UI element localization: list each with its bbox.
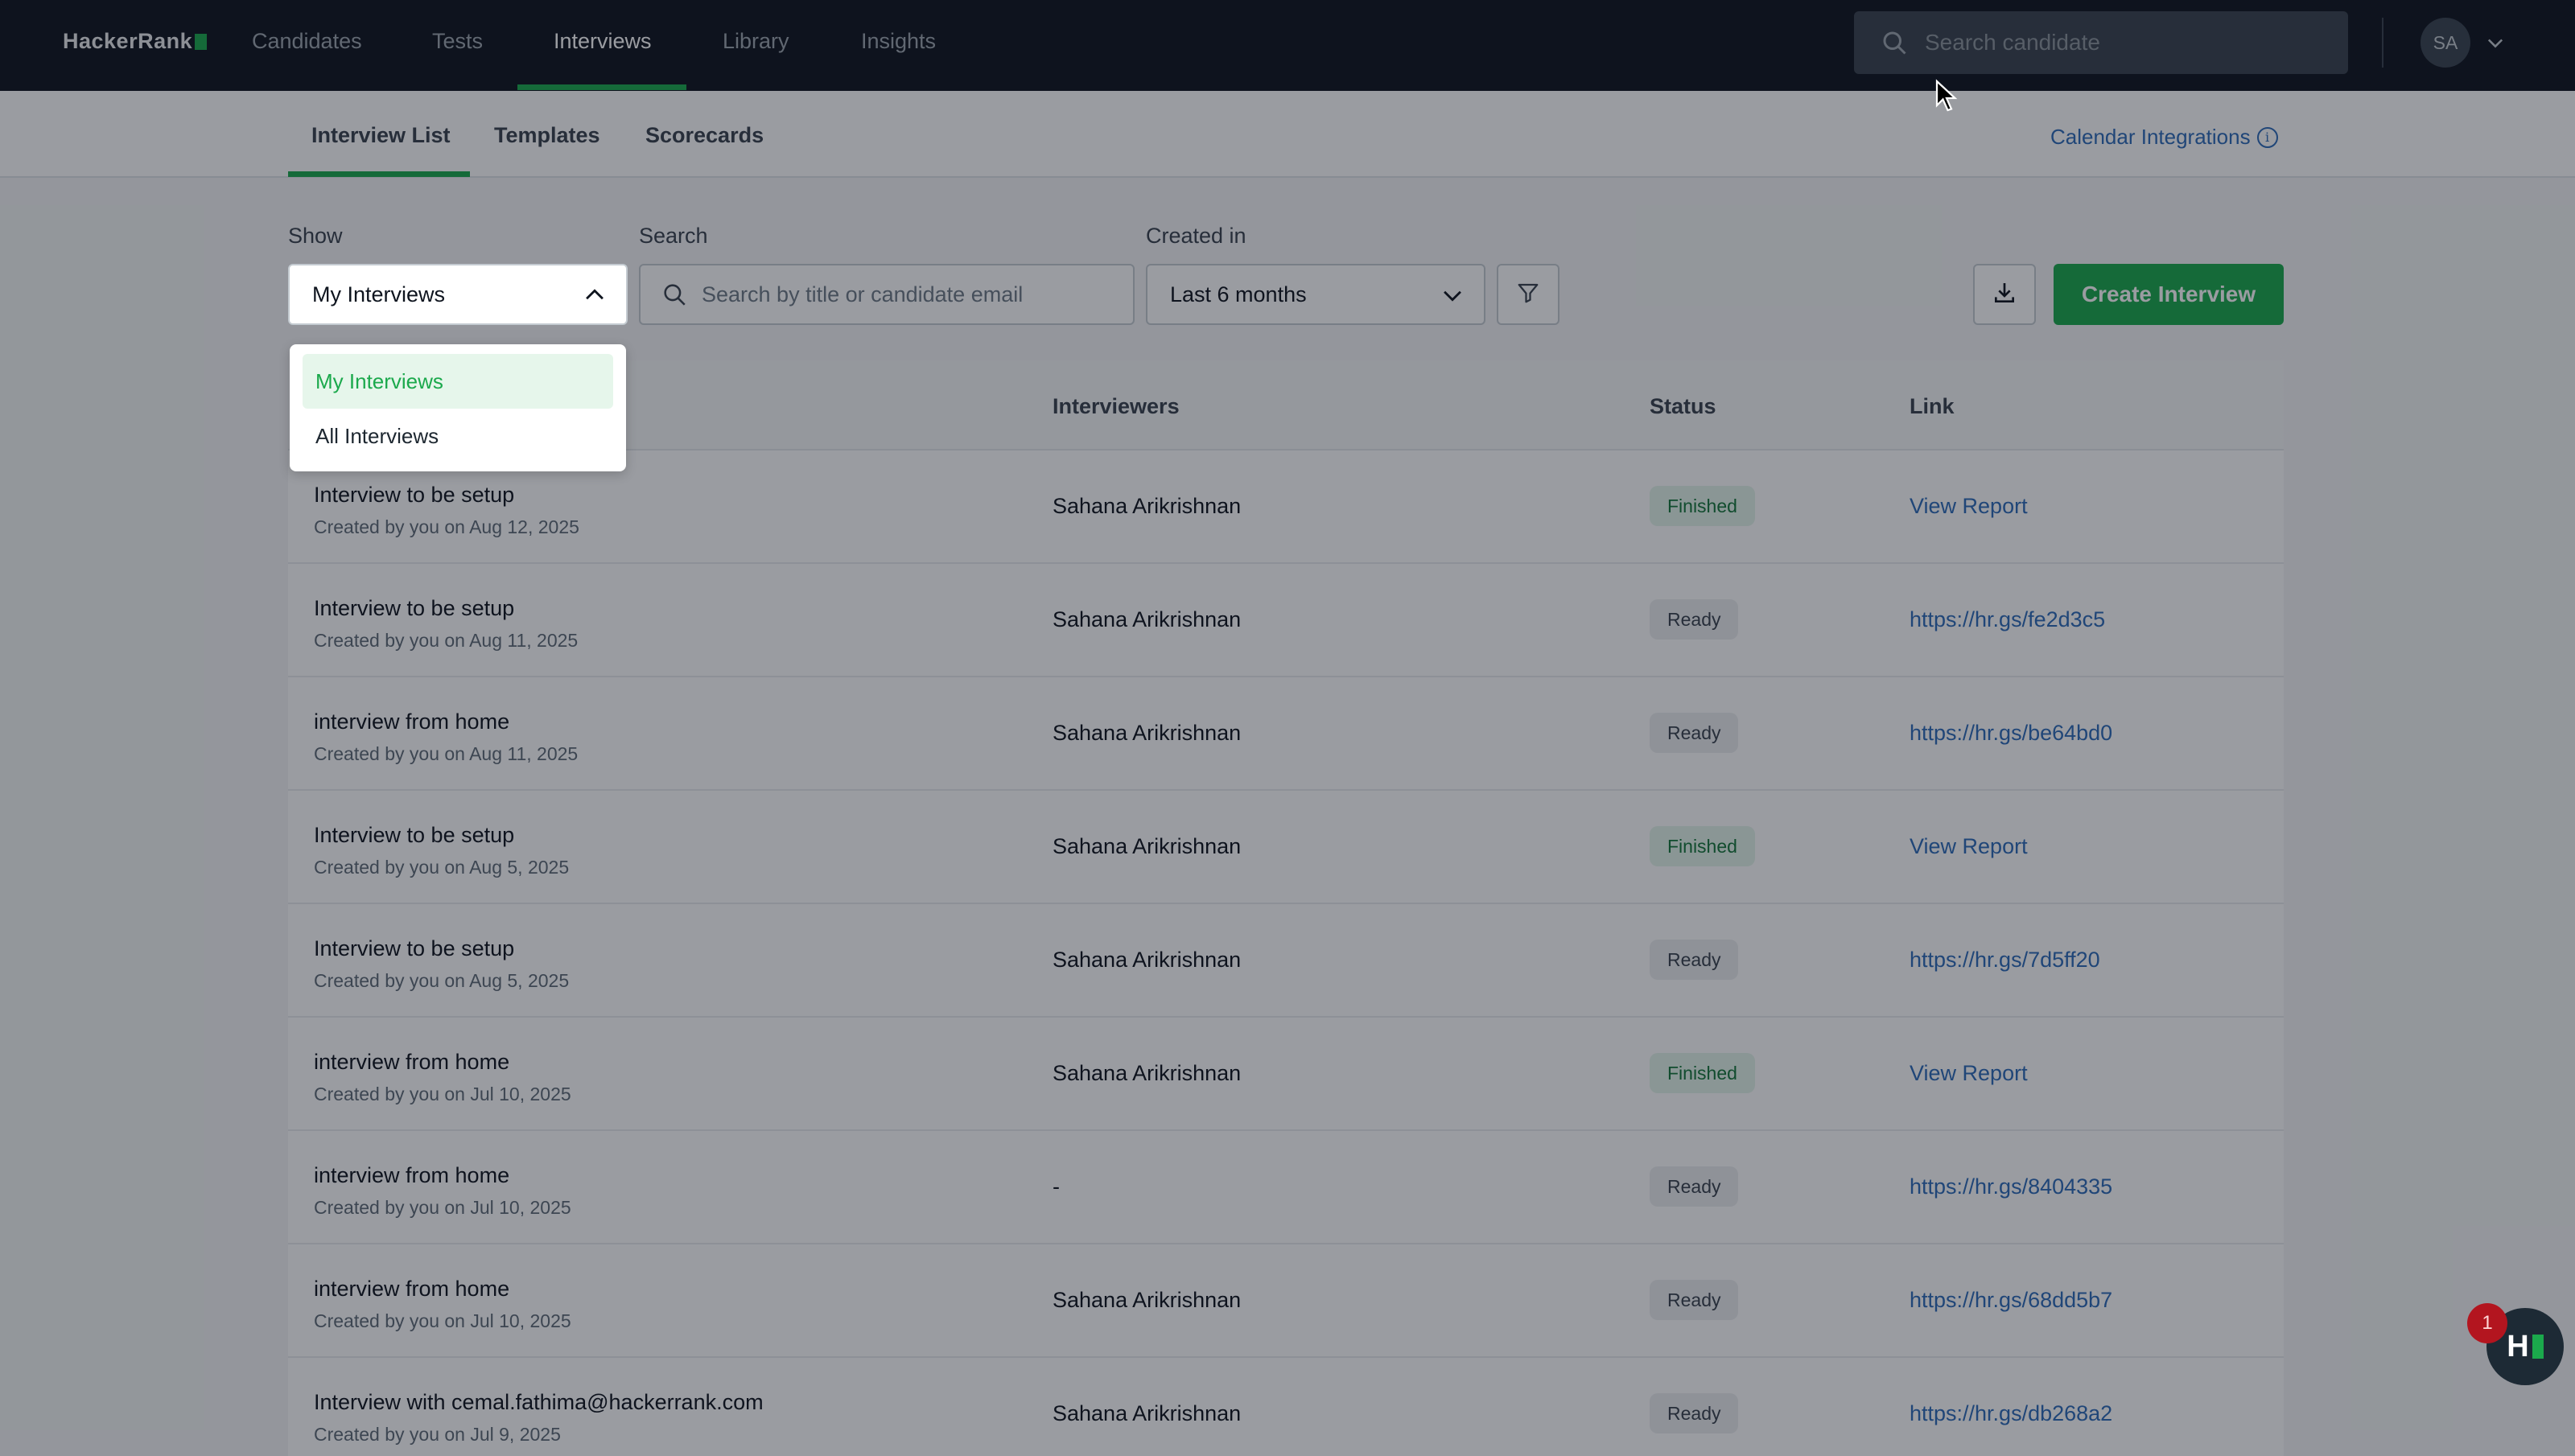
menu-item-all-interviews[interactable]: All Interviews bbox=[303, 409, 613, 463]
mouse-cursor-icon bbox=[1934, 79, 1959, 117]
dropdown-backdrop[interactable] bbox=[0, 0, 2575, 1456]
show-select-open[interactable]: My Interviews bbox=[288, 264, 628, 325]
menu-item-my-interviews[interactable]: My Interviews bbox=[303, 354, 613, 409]
notification-badge: 1 bbox=[2467, 1303, 2507, 1343]
help-brand-mark-icon bbox=[2532, 1335, 2544, 1359]
show-select-value: My Interviews bbox=[312, 282, 446, 306]
help-letter: H bbox=[2507, 1329, 2529, 1363]
chevron-up-icon bbox=[581, 282, 608, 309]
show-dropdown-menu: My Interviews All Interviews bbox=[290, 344, 626, 471]
